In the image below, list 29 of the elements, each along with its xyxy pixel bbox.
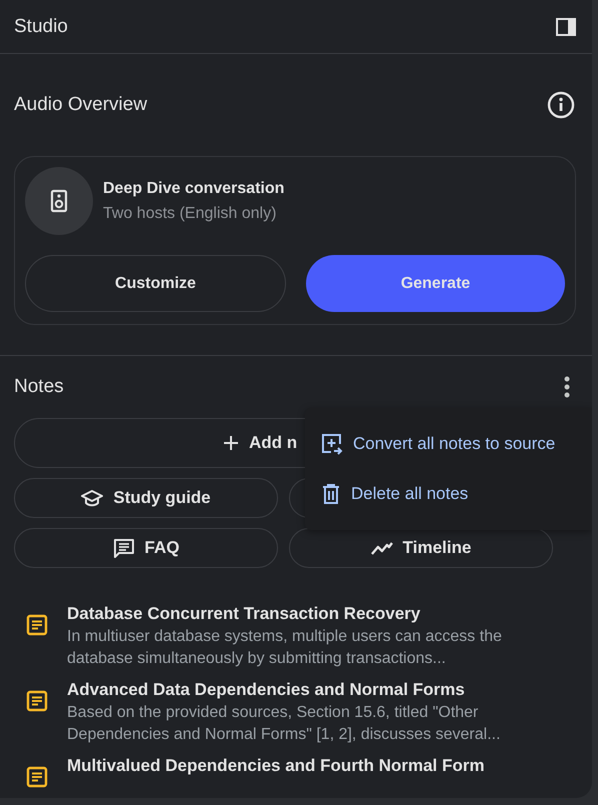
panel-title: Studio <box>14 16 68 38</box>
chat-list-icon <box>112 538 135 558</box>
generate-button[interactable]: Generate <box>306 255 565 312</box>
note-icon <box>26 690 48 712</box>
add-to-source-icon <box>321 433 343 455</box>
trend-line-icon <box>370 541 393 555</box>
note-item[interactable]: Multivalued Dependencies and Fourth Normal Form <box>26 756 578 788</box>
suggestion-chip[interactable]: FAQ <box>14 528 278 568</box>
card-subtitle: Two hosts (English only) <box>103 204 278 222</box>
note-preview: In multiuser database systems, multiple users can access the database simultaneously by submitting transactions... <box>67 627 503 669</box>
plus-icon <box>223 435 239 451</box>
suggestion-chip[interactable]: Study guide <box>14 478 278 518</box>
section-title: Audio Overview <box>14 94 148 116</box>
note-title: Advanced Data Dependencies and Normal Forms <box>67 680 466 700</box>
info-icon[interactable] <box>547 91 575 119</box>
note-icon <box>26 614 48 636</box>
note-item[interactable]: Advanced Data Dependencies and Normal Forms Based on the provided sources, Section 15.6, titled "Other Dependencies and Normal Forms" [1, 2], discusses several... <box>26 680 578 746</box>
note-item[interactable]: Database Concurrent Transaction Recovery In multiuser database systems, multiple users can access the database simultaneously by submitting transactions... <box>26 604 578 670</box>
more-icon[interactable] <box>564 376 570 398</box>
section-title: Notes <box>14 376 64 398</box>
note-title: Database Concurrent Transaction Recovery <box>67 604 422 624</box>
graduation-cap-icon <box>81 489 104 507</box>
note-preview: Based on the provided sources, Section 15.6, titled "Other Dependencies and Normal Forms" [1, 2], discusses several... <box>67 703 502 745</box>
customize-button[interactable]: Customize <box>25 255 286 312</box>
delete-icon <box>321 483 341 505</box>
menu-item[interactable]: Delete all notes <box>305 472 592 516</box>
note-icon <box>26 766 48 788</box>
card-title: Deep Dive conversation <box>103 180 284 198</box>
note-title: Multivalued Dependencies and Fourth Normal Form <box>67 756 486 776</box>
